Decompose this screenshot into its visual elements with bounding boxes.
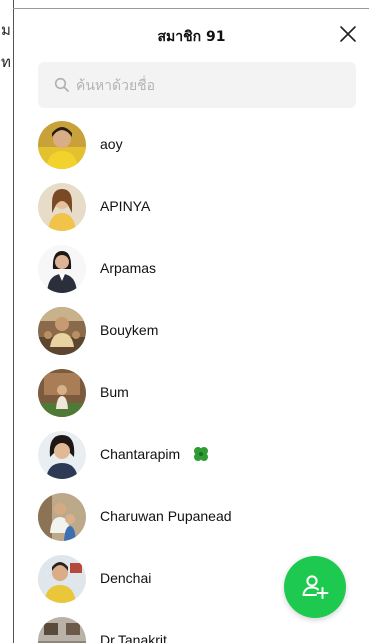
avatar	[38, 307, 86, 355]
avatar	[38, 493, 86, 541]
close-icon	[340, 26, 356, 42]
list-item[interactable]: aoy	[14, 114, 369, 176]
avatar	[38, 121, 86, 169]
list-item[interactable]: Arpamas	[14, 238, 369, 300]
member-name: Denchai	[100, 570, 152, 586]
background-window-edge: ม ท	[0, 0, 14, 643]
close-button[interactable]	[337, 23, 359, 45]
avatar	[38, 617, 86, 643]
list-item[interactable]: Charuwan Pupanead	[14, 486, 369, 548]
background-text-fragment: ท	[1, 53, 11, 71]
member-name: Charuwan Pupanead	[100, 508, 232, 524]
list-item[interactable]: Bum	[14, 362, 369, 424]
members-panel-header: สมาชิก 91	[14, 9, 369, 61]
add-member-button[interactable]	[284, 556, 346, 618]
member-name: Bum	[100, 384, 129, 400]
avatar	[38, 245, 86, 293]
search-bar[interactable]	[38, 62, 356, 110]
member-name: aoy	[100, 136, 123, 152]
search-icon	[54, 77, 69, 92]
search-input[interactable]	[74, 62, 348, 110]
list-item[interactable]: APINYA	[14, 176, 369, 238]
member-name: Arpamas	[100, 260, 157, 276]
add-user-icon	[302, 575, 329, 599]
avatar	[38, 431, 86, 479]
four-leaf-clover-icon	[194, 447, 208, 461]
background-text-fragment: ม	[1, 21, 11, 39]
member-name: Chantarapim	[100, 446, 181, 462]
avatar	[38, 555, 86, 603]
list-item[interactable]: Chantarapim	[14, 424, 369, 486]
member-name: Bouykem	[100, 322, 159, 338]
member-name: Dr.Tanakrit	[100, 632, 167, 643]
page-title: สมาชิก 91	[157, 29, 226, 45]
list-item[interactable]: Bouykem	[14, 300, 369, 362]
avatar	[38, 183, 86, 231]
member-name: APINYA	[100, 198, 151, 214]
avatar	[38, 369, 86, 417]
